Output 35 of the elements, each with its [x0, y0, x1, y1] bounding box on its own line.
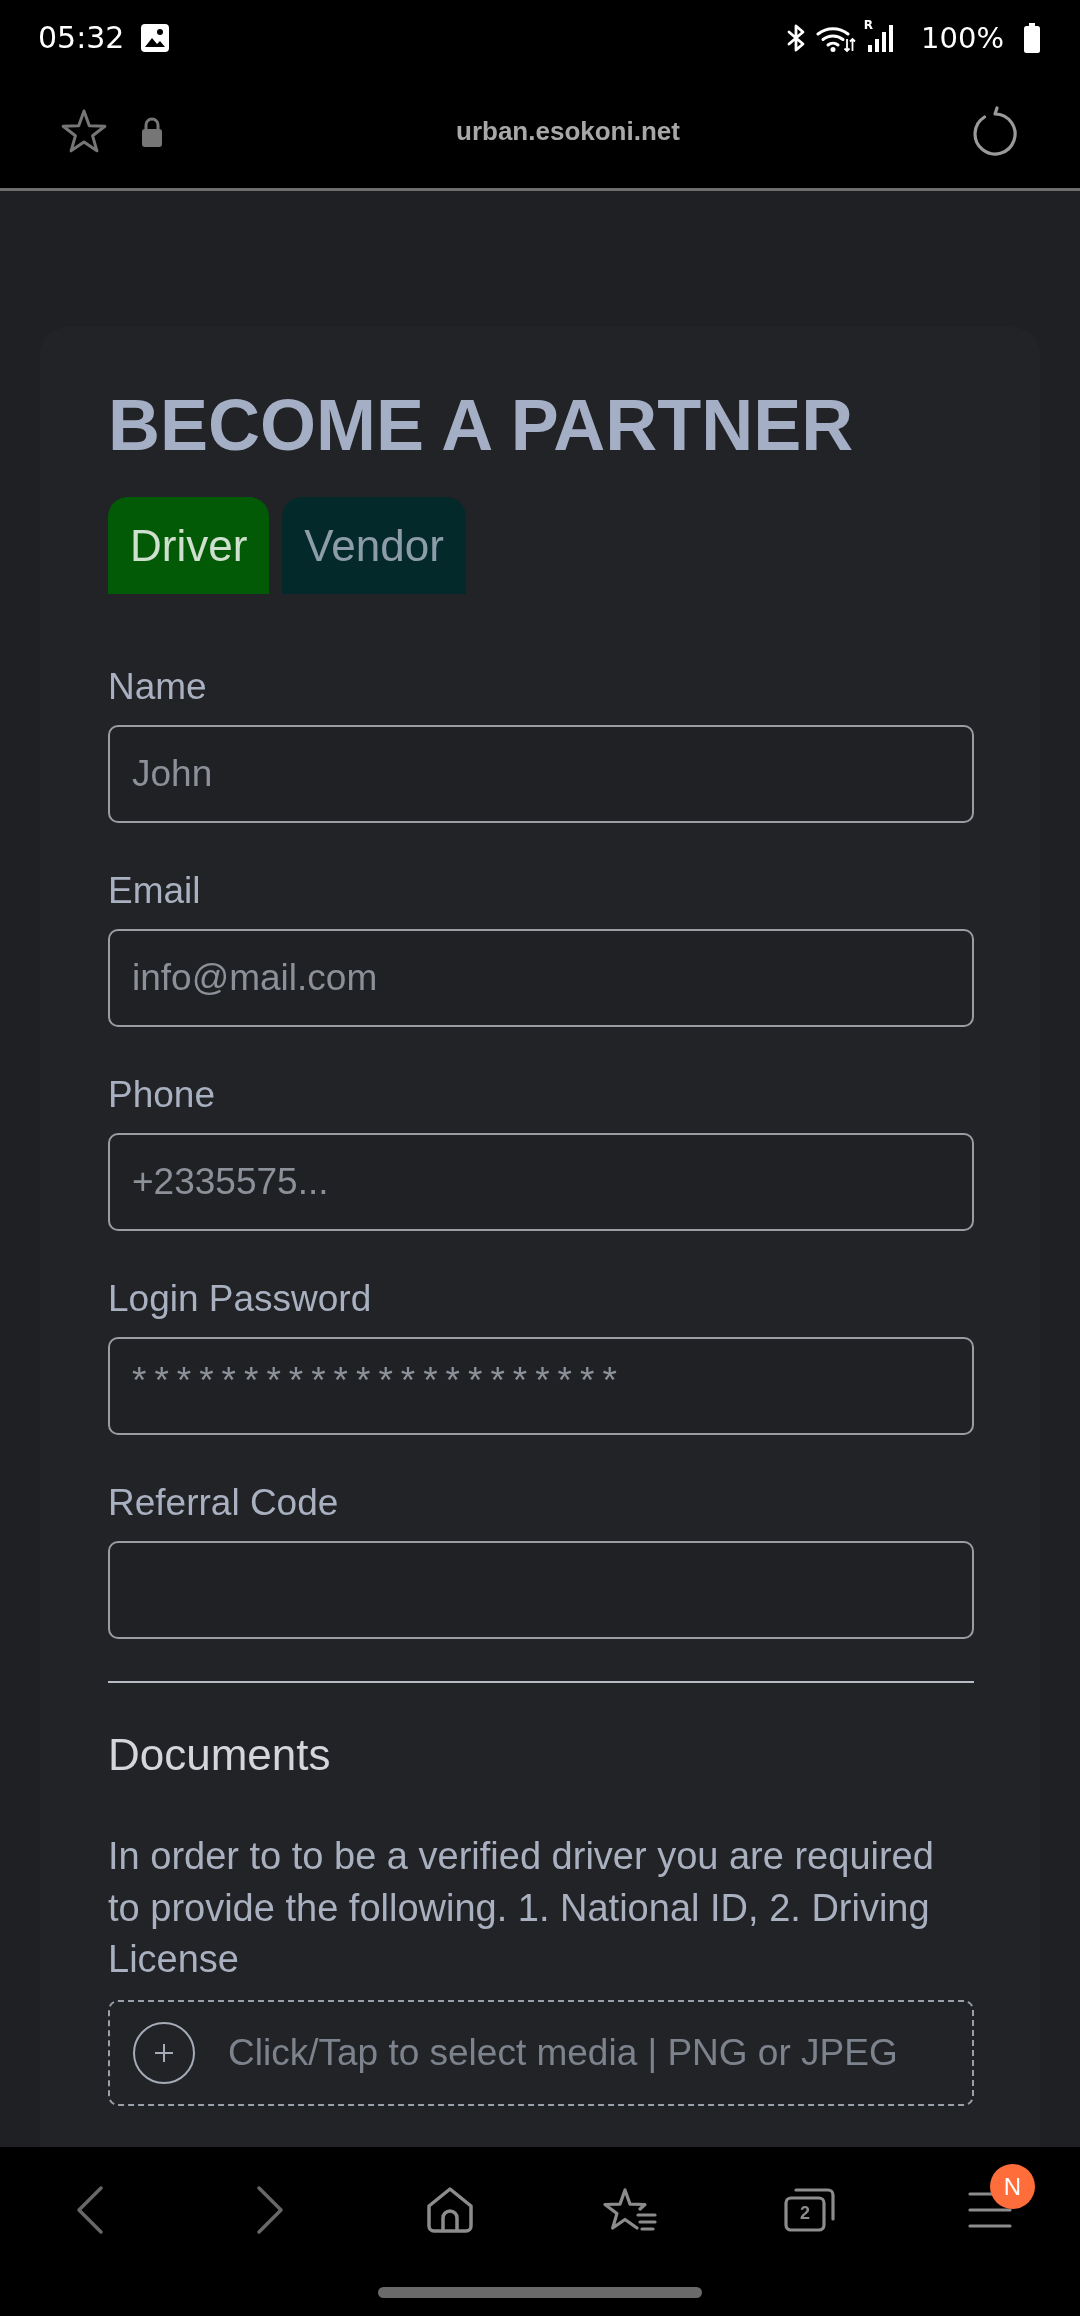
- tab[interactable]: Vendor: [282, 497, 466, 594]
- section-heading: Documents: [108, 1729, 332, 1781]
- add-icon: [132, 2020, 196, 2085]
- back-icon: [76, 2185, 104, 2235]
- url-text[interactable]: urban.esokoni.net: [456, 116, 680, 146]
- menu-button[interactable]: N: [900, 2147, 1080, 2273]
- field-label: Login Password: [108, 1277, 373, 1321]
- roaming-indicator: R: [863, 18, 874, 31]
- field-label: Referral Code: [108, 1481, 340, 1525]
- battery-icon: [1024, 22, 1040, 53]
- reload-icon[interactable]: [972, 105, 1018, 158]
- password-field[interactable]: **********************: [108, 1337, 974, 1435]
- notification-badge: N: [990, 2164, 1035, 2209]
- lock-icon: [140, 115, 164, 148]
- forward-icon: [256, 2185, 284, 2235]
- status-time: 05:32: [38, 19, 125, 56]
- input-field[interactable]: [108, 1541, 974, 1639]
- tabs-icon: [783, 2186, 837, 2234]
- image-icon: [140, 22, 171, 53]
- field-label: Email: [108, 869, 202, 913]
- battery-percent: 100%: [921, 19, 1004, 56]
- file-drop-zone[interactable]: Click/Tap to select media | PNG or JPEG: [108, 1999, 974, 2106]
- upload-hint: Click/Tap to select media | PNG or JPEG: [228, 2030, 898, 2075]
- instructions-text: In order to to be a verified driver you are required to provide the following. 1. National ID, 2. Driving License: [108, 1834, 935, 1982]
- tab[interactable]: Driver: [108, 497, 270, 594]
- input-field[interactable]: John: [108, 725, 974, 823]
- input-field[interactable]: info@mail.com: [108, 929, 974, 1027]
- home-icon: [425, 2186, 475, 2234]
- signal-icon: [867, 22, 896, 53]
- tabs-button[interactable]: 2: [720, 2147, 900, 2273]
- field-label: Name: [108, 665, 208, 709]
- field-label: Phone: [108, 1073, 216, 1117]
- star-list-icon: [603, 2186, 657, 2234]
- page-title: BECOME A PARTNER: [108, 384, 855, 467]
- input-field[interactable]: +2335575...: [108, 1133, 974, 1231]
